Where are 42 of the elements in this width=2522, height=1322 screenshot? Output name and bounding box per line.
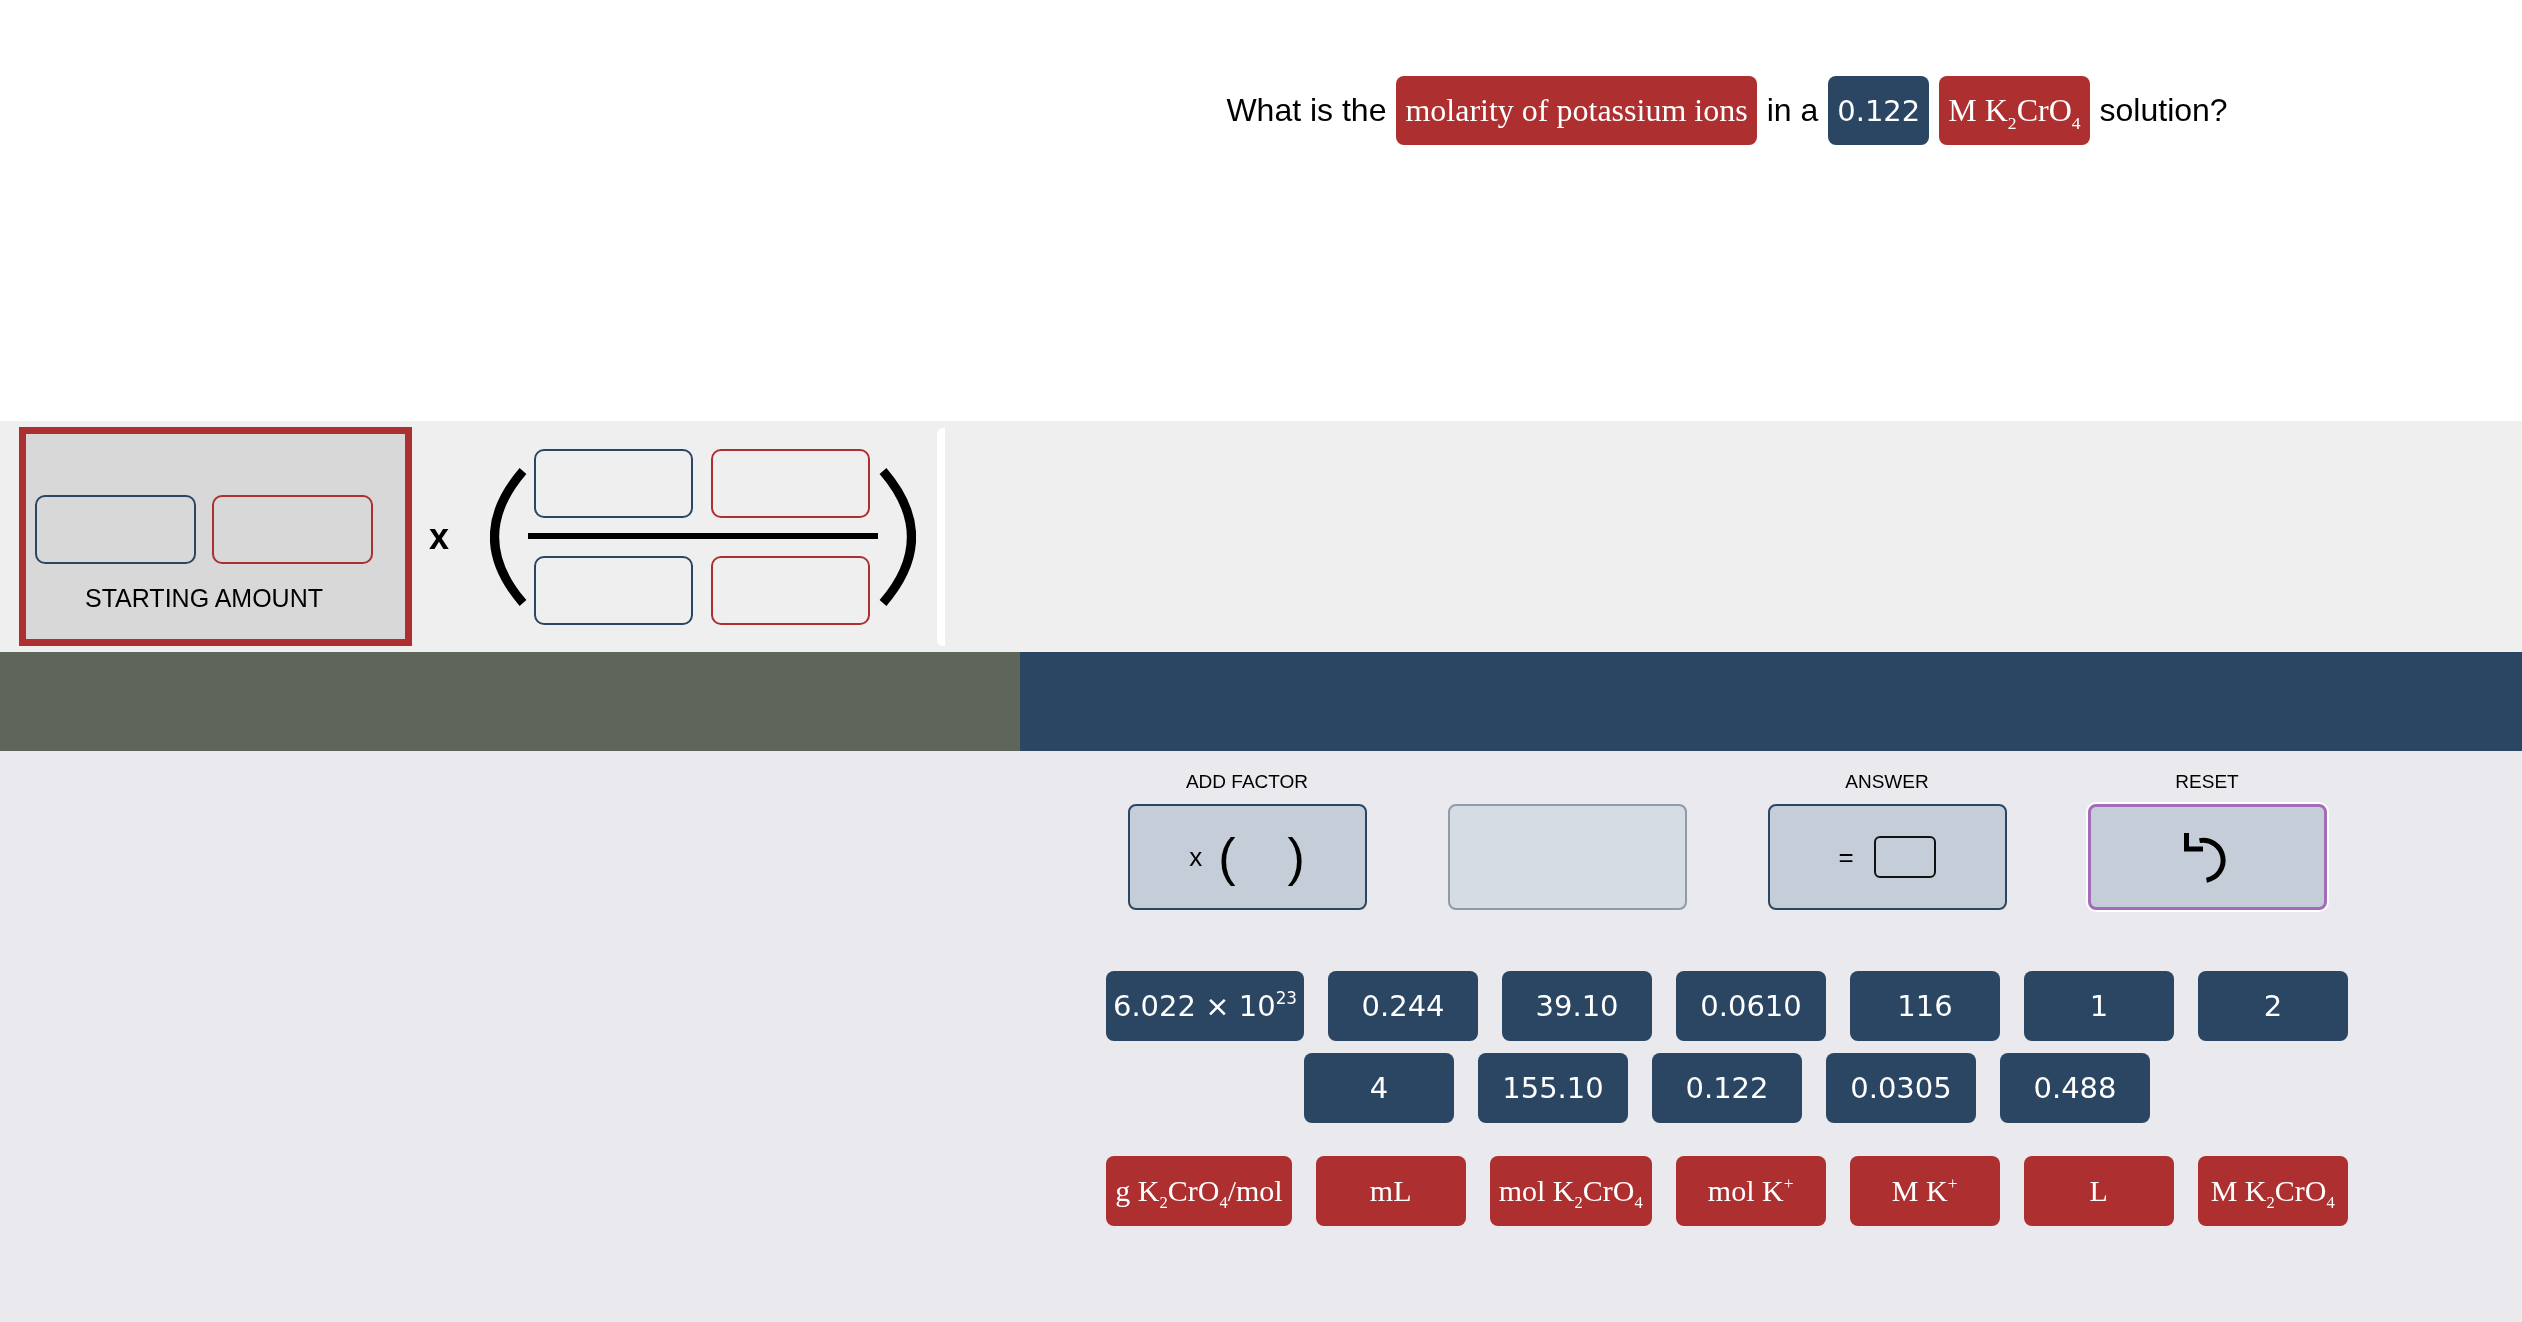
- unit-tile[interactable]: M K$^{+}$: [1849, 1156, 2000, 1226]
- unit-tile[interactable]: L: [2023, 1156, 2174, 1226]
- control-label: ADD FACTOR: [1185, 770, 1309, 794]
- number-tile[interactable]: 0.244: [1328, 971, 1479, 1041]
- unit-chip: molarity of potassium ions: [1396, 76, 1757, 145]
- answer-button[interactable]: =: [1767, 804, 2007, 910]
- number-tile[interactable]: 0.488: [2000, 1053, 2150, 1123]
- number-tile[interactable]: 1: [2024, 971, 2175, 1041]
- unit-slot[interactable]: [212, 495, 373, 564]
- parenthesis-icon: [490, 465, 529, 608]
- unit-tile[interactable]: mol K$^{+}$: [1675, 1156, 1826, 1226]
- number-slot[interactable]: [35, 495, 196, 564]
- control-label: RESET: [2175, 770, 2239, 794]
- unit-tile[interactable]: mol K$_{2}$CrO$_{4}$: [1489, 1156, 1652, 1226]
- add-factor-button[interactable]: x ( ): [1127, 804, 1367, 910]
- question-text: solution?: [2099, 92, 2228, 129]
- multiply-sign: x: [429, 516, 450, 557]
- number-tile[interactable]: 2: [2198, 971, 2349, 1041]
- reset-button[interactable]: [2087, 804, 2327, 910]
- rectangle-icon: [1873, 836, 1936, 878]
- number-chip: 0.122: [1828, 76, 1930, 145]
- control-label: ANSWER: [1845, 770, 1929, 794]
- starting-amount-label: STARTING AMOUNT: [85, 583, 323, 613]
- number-tile[interactable]: 39.10: [1502, 971, 1653, 1041]
- number-tile[interactable]: 116: [1850, 971, 2001, 1041]
- question-text: What is the: [1226, 92, 1387, 129]
- number-tile[interactable]: 6.022 × 10$^{23}$: [1105, 971, 1305, 1041]
- unit-chip: M K$_{2}$CrO$_{4}$: [1939, 76, 2090, 145]
- unit-tile[interactable]: mL: [1315, 1156, 1466, 1226]
- number-tile[interactable]: 4: [1304, 1053, 1454, 1123]
- number-tile[interactable]: 0.0305: [1826, 1053, 1976, 1123]
- question-text: in a: [1766, 92, 1819, 129]
- unit-slot[interactable]: [711, 555, 871, 625]
- parenthesis-icon: [878, 465, 917, 608]
- number-tile[interactable]: 0.122: [1652, 1053, 1802, 1123]
- number-tile[interactable]: 155.10: [1478, 1053, 1628, 1123]
- number-slot[interactable]: [534, 448, 694, 518]
- unit-tile[interactable]: g K$_{2}$CrO$_{4}$/mol: [1106, 1156, 1292, 1226]
- unit-tile[interactable]: M K$_{2}$CrO$_{4}$: [2197, 1156, 2348, 1226]
- unit-slot[interactable]: [711, 448, 871, 518]
- number-tile[interactable]: 0.0610: [1676, 971, 1827, 1041]
- number-slot[interactable]: [534, 555, 694, 625]
